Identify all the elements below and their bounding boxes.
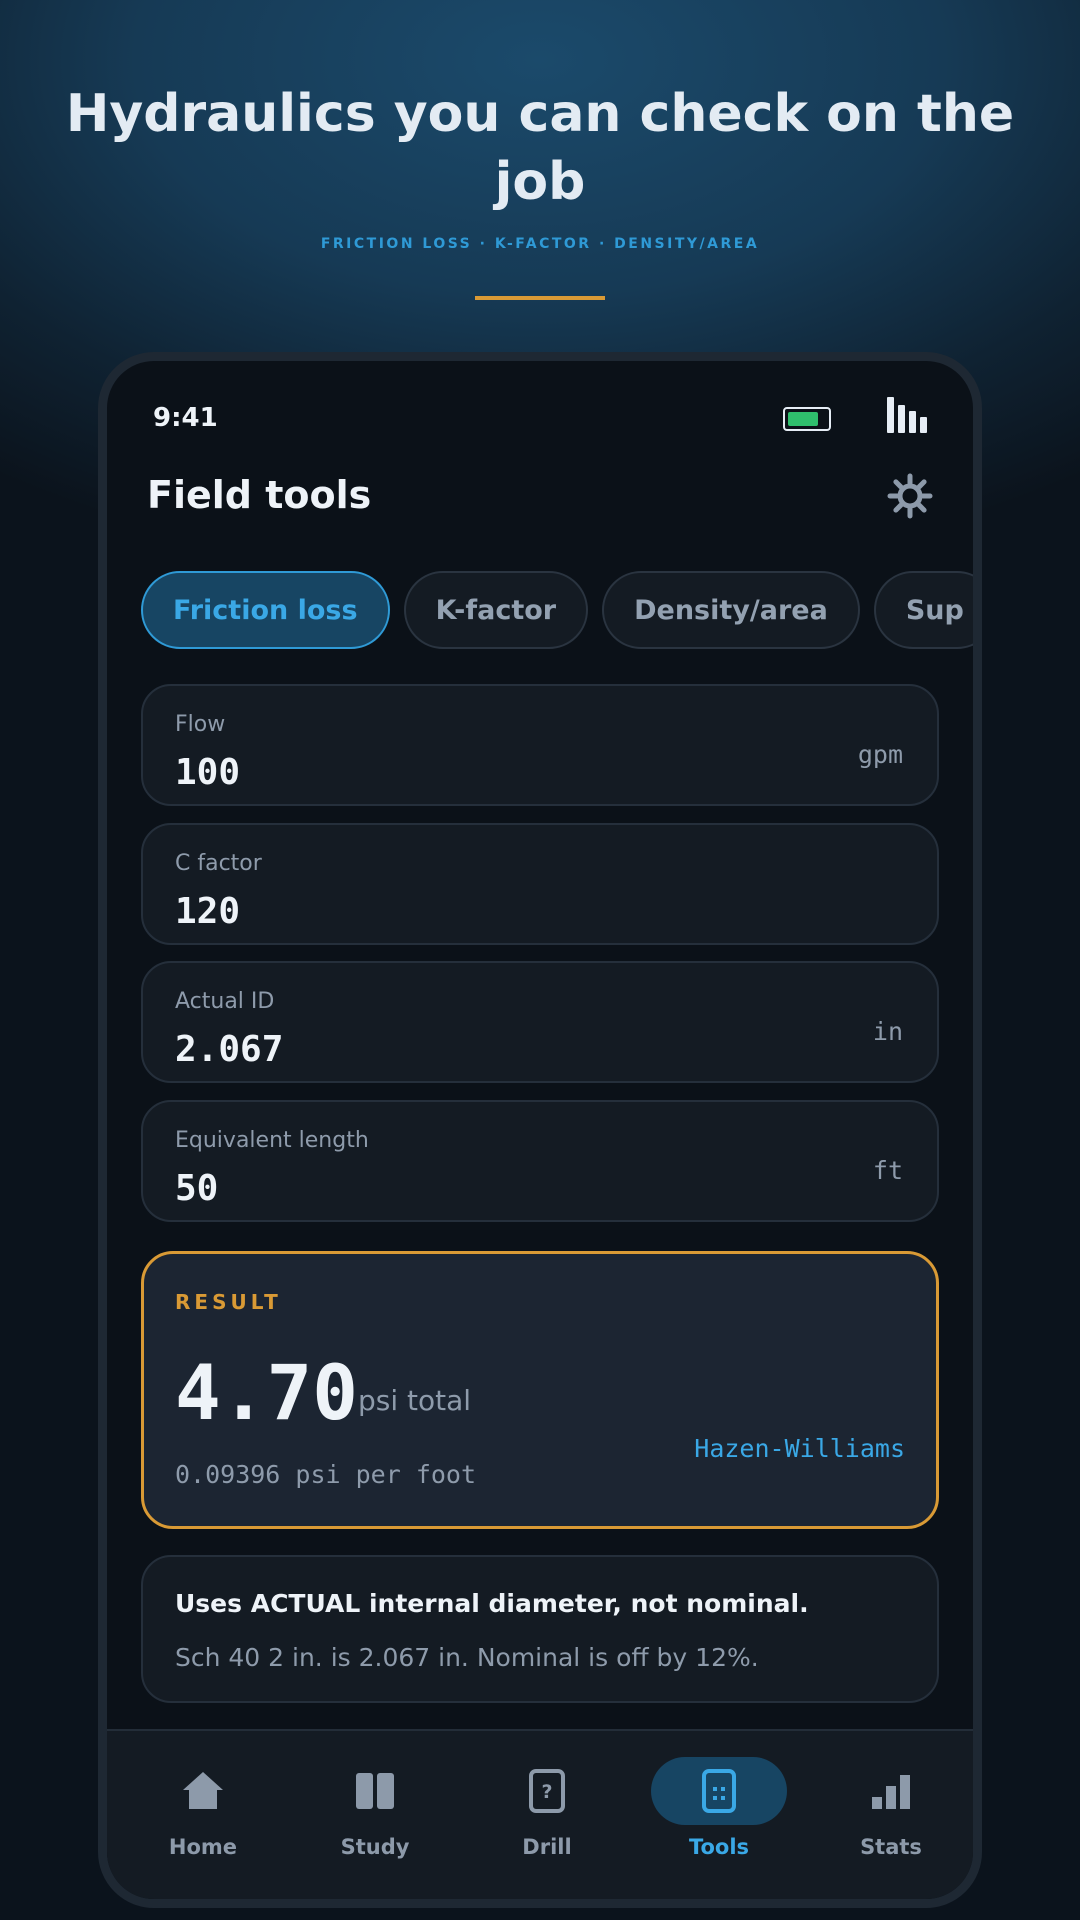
- field-value[interactable]: 120: [175, 891, 240, 932]
- question-card-icon: ?: [479, 1757, 615, 1825]
- actual-id-field[interactable]: Actual ID 2.067 in: [141, 961, 939, 1083]
- result-method: Hazen-Williams: [694, 1434, 905, 1463]
- result-label: RESULT: [175, 1290, 282, 1314]
- nav-tools[interactable]: Tools: [649, 1731, 789, 1891]
- signal-icon: [887, 397, 927, 433]
- note-heading: Uses ACTUAL internal diameter, not nomin…: [175, 1589, 809, 1618]
- battery-icon: [783, 407, 831, 431]
- bottom-nav: Home Study ? Drill Tools Stats: [107, 1729, 973, 1899]
- tool-tabs: Friction loss K-factor Density/area Sup: [141, 571, 973, 655]
- status-bar: 9:41: [153, 397, 927, 439]
- result-unit: psi total: [358, 1384, 472, 1417]
- field-unit: gpm: [857, 740, 903, 769]
- field-label: Equivalent length: [175, 1128, 369, 1153]
- field-value[interactable]: 2.067: [175, 1029, 283, 1070]
- tab-friction-loss[interactable]: Friction loss: [141, 571, 390, 649]
- hero-subtitle: FRICTION LOSS · K-FACTOR · DENSITY/AREA: [320, 236, 760, 252]
- calculator-icon: [651, 1757, 787, 1825]
- status-time: 9:41: [153, 403, 218, 433]
- nav-label: Drill: [522, 1835, 572, 1859]
- tab-density-area[interactable]: Density/area: [602, 571, 860, 649]
- app-bar: Field tools: [147, 461, 933, 531]
- field-label: Flow: [175, 712, 226, 737]
- svg-text:?: ?: [541, 1781, 552, 1803]
- tab-k-factor[interactable]: K-factor: [403, 571, 589, 649]
- field-unit: in: [872, 1017, 903, 1046]
- result-value: 4.70: [175, 1348, 359, 1437]
- nav-drill[interactable]: ? Drill: [477, 1731, 617, 1891]
- tab-supply[interactable]: Sup: [873, 571, 973, 649]
- bar-chart-icon: [823, 1757, 959, 1825]
- result-per-foot: 0.09396 psi per foot: [175, 1460, 477, 1489]
- hero-title: Hydraulics you can check on the job: [65, 84, 1015, 212]
- nav-study[interactable]: Study: [305, 1731, 445, 1891]
- screen-title: Field tools: [147, 473, 372, 517]
- book-icon: [307, 1757, 443, 1825]
- field-value[interactable]: 50: [175, 1168, 218, 1209]
- flow-field[interactable]: Flow 100 gpm: [141, 684, 939, 806]
- field-value[interactable]: 100: [175, 752, 240, 793]
- nav-label: Tools: [688, 1835, 750, 1859]
- info-note: Uses ACTUAL internal diameter, not nomin…: [141, 1555, 939, 1703]
- nav-home[interactable]: Home: [133, 1731, 273, 1891]
- nav-label: Stats: [860, 1835, 922, 1859]
- field-label: C factor: [175, 851, 262, 876]
- note-body: Sch 40 2 in. is 2.067 in. Nominal is off…: [175, 1643, 759, 1672]
- nav-stats[interactable]: Stats: [821, 1731, 961, 1891]
- home-icon: [135, 1757, 271, 1825]
- hero-divider: [475, 296, 605, 300]
- phone-frame: 9:41 Field tools Friction loss K-factor …: [98, 352, 982, 1908]
- nav-label: Study: [340, 1835, 410, 1859]
- nav-label: Home: [168, 1835, 238, 1859]
- gear-icon[interactable]: [887, 473, 933, 519]
- field-label: Actual ID: [175, 989, 275, 1014]
- equivalent-length-field[interactable]: Equivalent length 50 ft: [141, 1100, 939, 1222]
- c-factor-field[interactable]: C factor 120: [141, 823, 939, 945]
- result-card: RESULT 4.70 psi total 0.09396 psi per fo…: [141, 1251, 939, 1529]
- field-unit: ft: [872, 1156, 903, 1185]
